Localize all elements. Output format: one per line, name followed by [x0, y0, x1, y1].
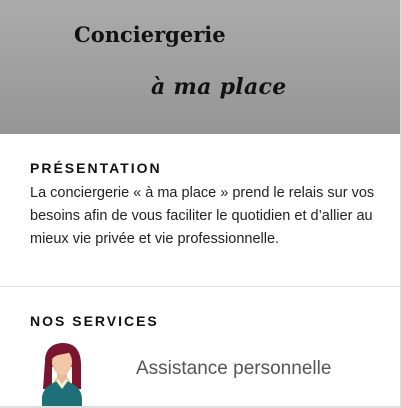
- page: Conciergerie à ma place PRÉSENTATION La …: [0, 0, 401, 408]
- service-label: Assistance personnelle: [136, 358, 332, 379]
- services-heading: NOS SERVICES: [30, 313, 159, 329]
- presentation-section: PRÉSENTATION La conciergerie « à ma plac…: [0, 160, 400, 251]
- hero-subtitle: à ma place: [151, 74, 287, 100]
- services-section: NOS SERVICES: [0, 313, 400, 329]
- hero-title: Conciergerie: [74, 22, 226, 47]
- presentation-text: La conciergerie « à ma place » prend le …: [30, 185, 375, 247]
- service-item-assistance-personnelle[interactable]: Assistance personnelle: [0, 339, 400, 408]
- section-divider: [0, 286, 400, 287]
- hero-banner: Conciergerie à ma place: [0, 0, 400, 134]
- woman-avatar-icon: [38, 341, 86, 408]
- presentation-heading: PRÉSENTATION: [30, 160, 162, 176]
